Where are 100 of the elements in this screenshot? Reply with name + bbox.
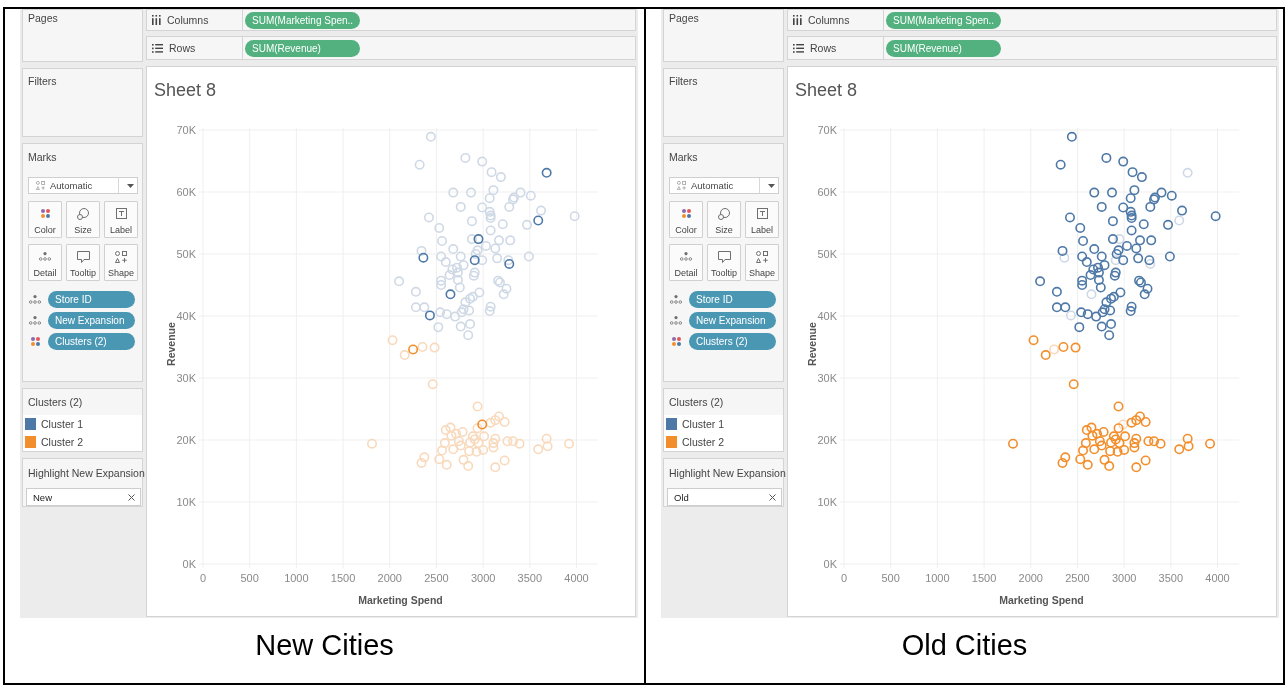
shapes-icon <box>36 181 45 190</box>
tick-label: 2000 <box>377 572 402 584</box>
color-button[interactable]: Color <box>28 201 62 238</box>
columns-icon <box>793 15 802 25</box>
tick-label: 50K <box>817 248 837 260</box>
legend-item[interactable]: Cluster 1 <box>664 415 783 433</box>
size-button[interactable]: Size <box>66 201 100 238</box>
tick-label: 3500 <box>517 572 543 584</box>
tick-label: 0K <box>823 558 837 570</box>
tick-label: 3000 <box>470 572 496 584</box>
highlight-field[interactable]: Old <box>667 488 782 506</box>
shapes-icon <box>677 181 686 190</box>
tick-label: 2500 <box>424 572 449 584</box>
label-button[interactable]: Label <box>104 201 138 238</box>
card-title: Pages <box>28 12 58 25</box>
tick-label: 40K <box>817 310 837 322</box>
detail-button[interactable]: Detail <box>28 244 62 281</box>
speech-bubble-icon <box>76 250 90 263</box>
tick-label: 0 <box>199 572 207 584</box>
tick-label: 3500 <box>1158 572 1184 584</box>
axis-title: Revenue <box>806 322 818 366</box>
tick-label: 1500 <box>971 572 997 584</box>
tick-label: 20K <box>817 434 837 446</box>
tick-label: 2500 <box>1065 572 1090 584</box>
shapes-icon <box>115 250 127 263</box>
tooltip-button[interactable]: Tooltip <box>66 244 100 281</box>
tick-label: 20K <box>176 434 196 446</box>
tick-label: 60K <box>176 186 196 198</box>
tick-label: 70K <box>817 124 837 136</box>
tick-label: 30K <box>817 372 837 384</box>
dots-icon <box>670 295 682 304</box>
card-title: Marks <box>669 151 698 164</box>
shelf-label: Rows <box>810 42 837 54</box>
tick-label: 50K <box>176 248 196 260</box>
tick-label: 500 <box>240 572 259 584</box>
list-icon <box>152 43 163 53</box>
tick-label: 4000 <box>564 572 589 584</box>
legend-item[interactable]: Cluster 1 <box>23 415 142 433</box>
card-title: Filters <box>28 75 57 88</box>
text-box-icon <box>115 208 127 219</box>
caret-icon[interactable] <box>127 183 134 188</box>
shelf-label: Rows <box>169 42 196 54</box>
tick-label: 10K <box>176 496 196 508</box>
color-dots-icon <box>30 337 40 346</box>
dots-icon <box>39 252 51 261</box>
tick-label: 1500 <box>330 572 356 584</box>
shelf-label: Columns <box>167 14 209 26</box>
caret-icon[interactable] <box>768 183 775 188</box>
tick-label: 0 <box>840 572 848 584</box>
card-title: Clusters (2) <box>28 396 83 409</box>
shapes-icon <box>756 250 768 263</box>
color-button[interactable]: Color <box>669 201 703 238</box>
tick-label: 1000 <box>284 572 309 584</box>
shelf-label: Columns <box>808 14 850 26</box>
columns-icon <box>152 15 161 25</box>
tick-label: 3000 <box>1111 572 1137 584</box>
card-title: Filters <box>669 75 698 88</box>
tick-label: 60K <box>817 186 837 198</box>
close-icon[interactable] <box>128 493 135 501</box>
mark-type-dropdown[interactable]: Automatic <box>28 177 138 194</box>
circles-icon <box>718 207 730 220</box>
detail-button[interactable]: Detail <box>669 244 703 281</box>
caption: New Cities <box>255 628 394 662</box>
axis-title: Revenue <box>165 322 177 366</box>
tick-label: 0K <box>182 558 196 570</box>
legend-item[interactable]: Cluster 2 <box>664 433 783 451</box>
dots-icon <box>670 316 682 325</box>
tick-label: 500 <box>881 572 900 584</box>
mark-type-dropdown[interactable]: Automatic <box>669 177 779 194</box>
circles-icon <box>77 207 89 220</box>
shape-button[interactable]: Shape <box>745 244 779 281</box>
card-title: Clusters (2) <box>669 396 724 409</box>
tooltip-button[interactable]: Tooltip <box>707 244 741 281</box>
speech-bubble-icon <box>717 250 731 263</box>
close-icon[interactable] <box>769 493 776 501</box>
axis-title: Marketing Spend <box>999 594 1084 606</box>
axis-title: Marketing Spend <box>358 594 443 606</box>
sheet-title: Sheet 8 <box>154 79 217 101</box>
dots-icon <box>29 295 41 304</box>
list-icon <box>793 43 804 53</box>
color-dots-icon <box>40 209 50 218</box>
highlight-field[interactable]: New <box>26 488 141 506</box>
shape-button[interactable]: Shape <box>104 244 138 281</box>
tick-label: 1000 <box>925 572 950 584</box>
size-button[interactable]: Size <box>707 201 741 238</box>
card-title: Pages <box>669 12 699 25</box>
sheet-title: Sheet 8 <box>795 79 858 101</box>
text-box-icon <box>756 208 768 219</box>
tick-label: 10K <box>817 496 837 508</box>
card-title: Highlight New Expansion <box>669 467 786 480</box>
tick-label: 70K <box>176 124 196 136</box>
caption: Old Cities <box>901 628 1028 662</box>
tick-label: 40K <box>176 310 196 322</box>
tick-label: 4000 <box>1205 572 1230 584</box>
dots-icon <box>680 252 692 261</box>
legend-item[interactable]: Cluster 2 <box>23 433 142 451</box>
card-title: Marks <box>28 151 57 164</box>
tick-label: 2000 <box>1018 572 1043 584</box>
dots-icon <box>29 316 41 325</box>
label-button[interactable]: Label <box>745 201 779 238</box>
